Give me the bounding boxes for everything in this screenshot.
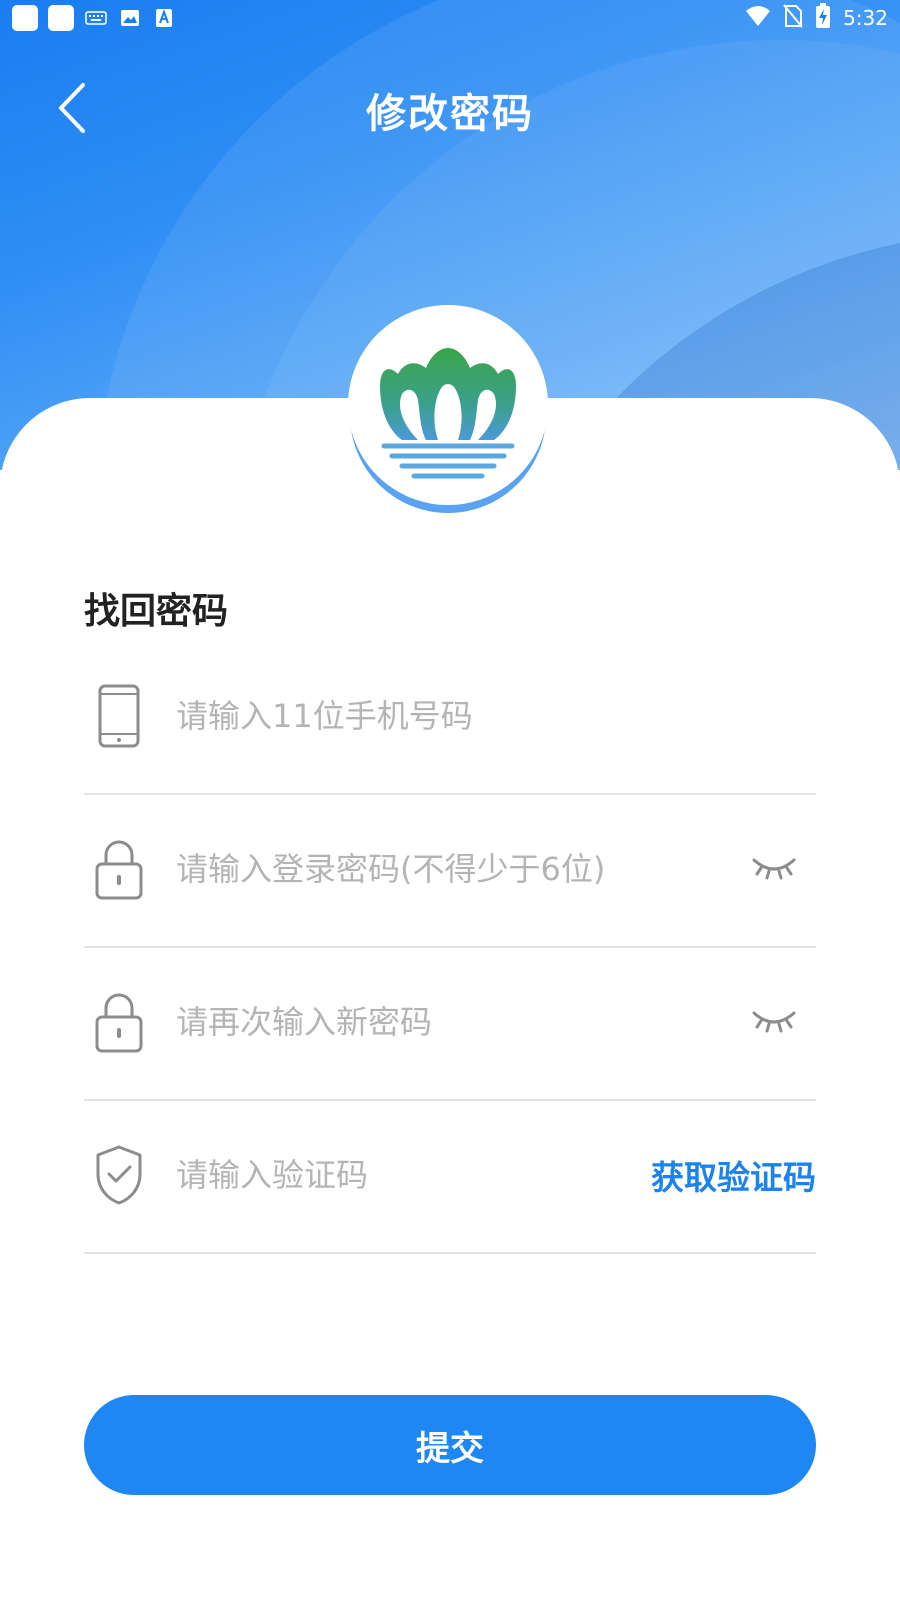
text-icon xyxy=(152,9,176,27)
toggle-password-visibility-button[interactable] xyxy=(744,849,804,889)
back-button[interactable] xyxy=(42,80,102,140)
no-sim-icon xyxy=(783,3,803,33)
phone-input[interactable] xyxy=(176,686,816,746)
eye-closed-icon xyxy=(751,854,797,884)
get-code-button[interactable]: 获取验证码 xyxy=(651,1151,816,1199)
section-title: 找回密码 xyxy=(84,591,229,632)
submit-button[interactable]: 提交 xyxy=(84,1395,816,1495)
lock-icon xyxy=(84,987,154,1057)
status-left-icons xyxy=(12,5,176,31)
confirm-password-input[interactable] xyxy=(176,992,744,1052)
chevron-left-icon xyxy=(55,81,89,139)
toggle-confirm-password-visibility-button[interactable] xyxy=(744,1002,804,1042)
verification-code-field-row: 获取验证码 xyxy=(84,1098,816,1254)
confirm-password-field-row xyxy=(84,945,816,1101)
status-time: 5:32 xyxy=(843,6,888,30)
battery-charging-icon xyxy=(815,2,831,34)
status-right-icons: 5:32 xyxy=(745,2,888,34)
verification-code-input[interactable] xyxy=(176,1145,651,1205)
shield-check-icon xyxy=(84,1140,154,1210)
password-input[interactable] xyxy=(176,839,744,899)
app-logo-icon xyxy=(380,348,516,479)
navbar: 修改密码 xyxy=(0,70,900,150)
keyboard-icon xyxy=(84,9,108,27)
password-field-row xyxy=(84,792,816,948)
wifi-icon xyxy=(745,5,771,32)
app-logo xyxy=(348,305,548,505)
eye-closed-icon xyxy=(751,1007,797,1037)
phone-field-row xyxy=(84,639,816,795)
page-title: 修改密码 xyxy=(366,91,534,137)
image-icon xyxy=(118,9,142,27)
app-notification-icon xyxy=(12,5,38,31)
status-bar: 5:32 xyxy=(0,0,900,36)
lock-icon xyxy=(84,834,154,904)
app-notification-icon xyxy=(48,5,74,31)
phone-icon xyxy=(84,681,154,751)
